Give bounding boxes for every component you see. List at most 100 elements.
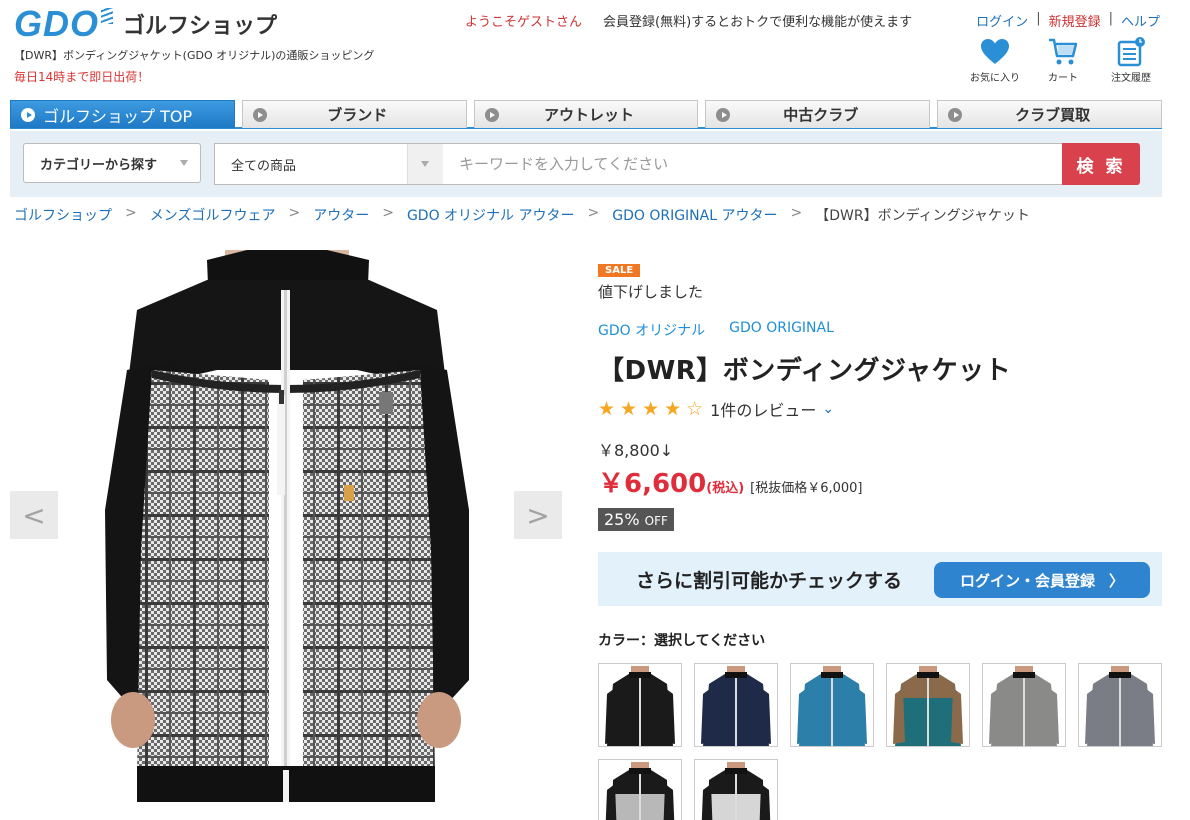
- order-history-label: 注文履歴: [1111, 73, 1151, 84]
- cart-button[interactable]: カート: [1037, 36, 1089, 84]
- color-swatch-black[interactable]: [598, 663, 682, 747]
- rating-row: ★★★★☆ 1件のレビュー ⌄: [598, 397, 1162, 421]
- jacket-thumbnail-icon: [1079, 664, 1161, 746]
- tax-included-label: (税込): [706, 481, 745, 496]
- product-title: 【DWR】ボンディングジャケット: [598, 356, 1012, 386]
- breadcrumb-outer[interactable]: アウター: [313, 205, 369, 225]
- chevron-right-icon: 〉: [1109, 571, 1125, 590]
- breadcrumb-separator: >: [288, 205, 301, 221]
- breadcrumb-golf-shop[interactable]: ゴルフショップ: [14, 205, 112, 225]
- play-bullet-icon: [716, 107, 731, 122]
- login-register-label: ログイン・会員登録: [959, 571, 1095, 590]
- discount-badge: 25% OFF: [598, 508, 674, 531]
- brand-link-en[interactable]: GDO ORIGINAL: [729, 320, 834, 340]
- welcome-text: ようこそゲストさん: [465, 15, 583, 30]
- product-photo: [97, 250, 475, 802]
- header-icons: お気に入り カート 注文履歴: [969, 36, 1157, 84]
- logo-gdo: GDO: [14, 3, 100, 44]
- search-scope-select[interactable]: 全ての商品: [214, 143, 444, 185]
- breadcrumb-current: 【DWR】ボンディングジャケット: [815, 208, 1030, 224]
- site-logo[interactable]: GDO ゴルフショップ: [14, 6, 277, 42]
- play-bullet-icon: [252, 107, 267, 122]
- favorites-label: お気に入り: [970, 73, 1020, 84]
- discount-percent: 25%: [604, 510, 640, 529]
- chevron-down-icon: [407, 144, 443, 184]
- jacket-thumbnail-icon: [887, 664, 969, 746]
- play-bullet-icon: [21, 107, 35, 122]
- help-link[interactable]: ヘルプ: [1121, 11, 1160, 30]
- color-swatch-gray[interactable]: [982, 663, 1066, 747]
- login-link[interactable]: ログイン: [976, 11, 1028, 30]
- discount-check-text: さらに割引可能かチェックする: [636, 570, 903, 592]
- top-links: ログイン | 新規登録 | ヘルプ: [976, 11, 1160, 30]
- play-bullet-icon: [484, 107, 499, 122]
- old-price: ￥8,800↓: [598, 441, 674, 460]
- chevron-down-icon: [180, 160, 188, 166]
- jacket-thumbnail-icon: [695, 760, 777, 820]
- tab-outlet[interactable]: アウトレット: [473, 100, 699, 128]
- product-gallery: < >: [10, 250, 562, 820]
- product-info: SALE 値下げしました GDO オリジナル GDO ORIGINAL 【DWR…: [598, 258, 1162, 820]
- price-line: ￥6,600 (税込) [税抜価格￥6,000]: [598, 463, 1162, 500]
- sale-price: ￥6,600: [598, 469, 707, 499]
- color-swatch-black-plaid[interactable]: [694, 759, 778, 820]
- breadcrumb-gdo-original-en-outer[interactable]: GDO ORIGINAL アウター: [612, 205, 777, 225]
- color-swatch-charcoal[interactable]: [1078, 663, 1162, 747]
- order-history-button[interactable]: 注文履歴: [1105, 36, 1157, 84]
- jacket-thumbnail-icon: [983, 664, 1065, 746]
- link-separator: |: [1036, 11, 1041, 26]
- sale-badge: SALE: [598, 264, 641, 277]
- color-swatches: [598, 663, 1162, 820]
- register-link[interactable]: 新規登録: [1049, 11, 1101, 30]
- play-bullet-icon: [948, 107, 963, 122]
- breadcrumb-separator: >: [382, 205, 394, 221]
- breadcrumb-separator: >: [790, 205, 803, 221]
- gallery-prev-button[interactable]: <: [10, 491, 58, 539]
- shipping-note: 毎日14時まで即日出荷！: [14, 70, 150, 84]
- tab-label: クラブ買取: [1015, 106, 1091, 124]
- tab-label: アウトレット: [543, 106, 634, 124]
- heart-icon: [981, 39, 1009, 64]
- color-label: カラー：選択してください: [598, 633, 766, 649]
- color-swatch-black-glen-check[interactable]: [598, 759, 682, 820]
- tab-used-clubs[interactable]: 中古クラブ: [705, 100, 931, 128]
- color-swatch-brown-teal[interactable]: [886, 663, 970, 747]
- logo-shop-name: ゴルフショップ: [123, 14, 278, 39]
- tax-excluded-price: [税抜価格￥6,000]: [750, 481, 863, 496]
- jacket-thumbnail-icon: [791, 664, 873, 746]
- discount-off-label: OFF: [644, 514, 668, 528]
- brand-link-jp[interactable]: GDO オリジナル: [598, 320, 705, 340]
- color-swatch-blue[interactable]: [790, 663, 874, 747]
- tab-club-buyback[interactable]: クラブ買取: [937, 100, 1162, 128]
- gallery-next-button[interactable]: >: [514, 491, 562, 539]
- login-register-button[interactable]: ログイン・会員登録 〉: [934, 562, 1150, 598]
- order-history-icon: [1117, 37, 1145, 67]
- category-search-button[interactable]: カテゴリーから探す: [23, 143, 201, 183]
- search-button[interactable]: 検 索: [1062, 143, 1140, 185]
- rating-stars: ★★★★☆: [598, 398, 709, 420]
- search-bar: カテゴリーから探す 全ての商品 検 索: [10, 131, 1162, 197]
- cart-icon: [1049, 38, 1078, 65]
- chevron-down-icon[interactable]: ⌄: [822, 401, 834, 417]
- tab-brand[interactable]: ブランド: [241, 100, 467, 128]
- logo-stripes-icon: [101, 8, 114, 24]
- cart-label: カート: [1048, 73, 1078, 84]
- price-down-note: 値下げしました: [598, 283, 704, 301]
- page-description: 【DWR】ボンディングジャケット(GDO オリジナル)の通販ショッピング: [14, 49, 375, 62]
- keyword-input[interactable]: [443, 143, 1063, 185]
- main-nav: ゴルフショップ TOP ブランド アウトレット 中古クラブ クラブ買取: [10, 100, 1162, 129]
- breadcrumb: ゴルフショップ > メンズゴルフウェア > アウター > GDO オリジナル ア…: [14, 205, 1030, 225]
- jacket-thumbnail-icon: [695, 664, 777, 746]
- tab-label: ゴルフショップ TOP: [43, 106, 193, 126]
- color-swatch-navy[interactable]: [694, 663, 778, 747]
- brand-links: GDO オリジナル GDO ORIGINAL: [598, 320, 1162, 340]
- tab-label: 中古クラブ: [783, 106, 859, 124]
- favorites-button[interactable]: お気に入り: [969, 36, 1021, 84]
- jacket-thumbnail-icon: [599, 760, 681, 820]
- jacket-thumbnail-icon: [599, 664, 681, 746]
- breadcrumb-mens-wear[interactable]: メンズゴルフウェア: [150, 205, 276, 225]
- category-search-label: カテゴリーから探す: [40, 157, 158, 173]
- tab-golf-shop-top[interactable]: ゴルフショップ TOP: [10, 100, 235, 128]
- review-count-link[interactable]: 1件のレビュー: [710, 397, 816, 421]
- breadcrumb-gdo-original-outer[interactable]: GDO オリジナル アウター: [407, 205, 575, 225]
